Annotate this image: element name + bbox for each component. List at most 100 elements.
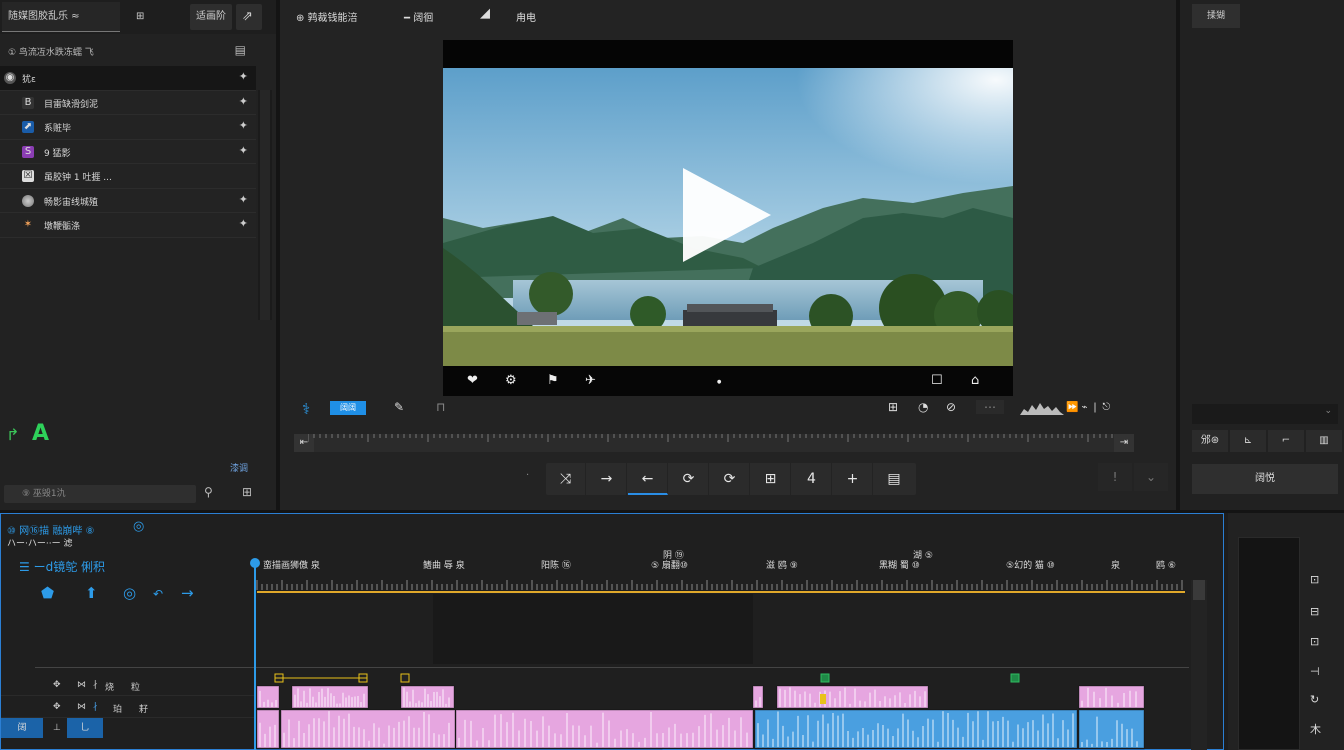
list-item[interactable]: B 目雷缺滑剑泥 ✦: [0, 90, 256, 115]
timeline-clip[interactable]: [752, 685, 764, 709]
monitor-tool-4[interactable]: 甪电: [516, 9, 536, 24]
undo-icon[interactable]: ↶: [153, 587, 163, 601]
pin-icon[interactable]: ✦: [239, 95, 248, 108]
up-arrow-icon[interactable]: ⬆: [85, 584, 98, 602]
apply-button[interactable]: 阔悦: [1192, 464, 1338, 494]
snap-icon[interactable]: ⬟: [41, 584, 54, 602]
track-header-v2[interactable]: ✥ ⋈ ∤ 烧 粒: [1, 676, 255, 696]
scrollbar-thumb[interactable]: [1193, 580, 1205, 600]
pin-icon[interactable]: ✦: [239, 119, 248, 132]
playhead[interactable]: [254, 562, 256, 750]
meter-icon[interactable]: ⊟: [1310, 605, 1319, 618]
previous-edit-icon[interactable]: ←: [628, 463, 668, 495]
inspector-dropdown[interactable]: ⌄: [1192, 404, 1338, 424]
settings-icon[interactable]: ✎: [394, 400, 404, 414]
new-bin-icon[interactable]: ⊞: [242, 485, 252, 499]
linked-selection-icon[interactable]: ◎: [123, 584, 136, 602]
inspector-button-3[interactable]: ⌐: [1268, 430, 1304, 452]
track-selected-a1[interactable]: 乚: [67, 718, 103, 738]
list-item[interactable]: S 9 猛影 ✦: [0, 139, 256, 164]
flag-icon[interactable]: ⚑: [547, 373, 559, 388]
scrollbar-thumb[interactable]: [260, 90, 270, 320]
go-to-out-icon[interactable]: ⇥: [1114, 434, 1134, 452]
tab-media[interactable]: 随媒图胶乱乐 ≈: [2, 2, 120, 32]
gear-icon[interactable]: ⚙: [505, 373, 517, 388]
timeline-clip[interactable]: [256, 685, 280, 709]
media-search-row[interactable]: ① 鸟流冱水跌冻蠕 飞 ▤: [0, 40, 276, 62]
timeline-clip[interactable]: [754, 709, 1078, 749]
info-button[interactable]: !: [1098, 463, 1132, 491]
target-icon[interactable]: ◎: [133, 519, 144, 534]
timeline-clip[interactable]: [291, 685, 369, 709]
meter-icon[interactable]: ⊣: [1310, 665, 1320, 678]
timeline-clip[interactable]: [1078, 709, 1145, 749]
crop-icon[interactable]: ◢: [480, 6, 490, 21]
collapse-button[interactable]: ⌄: [1134, 463, 1168, 491]
track-header-v1[interactable]: ✥ ⋈ ∤ 珀 耔: [1, 698, 255, 718]
track-lock-icon[interactable]: ✥: [53, 680, 61, 690]
video-viewer[interactable]: ❤ ⚙ ⚑ ✈ ● ☐ ⌂: [443, 40, 1013, 396]
inspector-tab[interactable]: 揉猢: [1192, 4, 1240, 28]
pin-icon[interactable]: ✦: [239, 193, 248, 206]
text-tool-icon[interactable]: A: [32, 421, 49, 446]
timeline-clip[interactable]: [400, 685, 455, 709]
timeline-ruler[interactable]: [255, 576, 1187, 596]
grid-toggle-icon[interactable]: ⊞: [888, 400, 898, 414]
plane-icon[interactable]: ✈: [585, 373, 596, 388]
meter-icon[interactable]: ⊡: [1310, 635, 1319, 648]
pin-icon[interactable]: ✦: [239, 70, 248, 83]
list-item[interactable]: ● 畅影宙线城殖 ✦: [0, 188, 256, 213]
clip-layer[interactable]: [255, 594, 1189, 750]
track-icon[interactable]: ⊥: [53, 723, 61, 733]
track-sync-icon[interactable]: ⋈: [77, 702, 86, 712]
next-edit-icon[interactable]: →: [587, 463, 627, 495]
scrub-bar[interactable]: ⇤ ⇥: [294, 434, 1134, 452]
pin-icon[interactable]: ✦: [239, 217, 248, 230]
safe-margin-icon[interactable]: ⊘: [946, 400, 956, 414]
inspector-button-2[interactable]: ⊾: [1230, 430, 1266, 452]
playhead-handle[interactable]: [250, 558, 260, 568]
timeline-clip[interactable]: [776, 685, 929, 709]
timeline-clip[interactable]: [280, 709, 456, 749]
add-marker-icon[interactable]: ⚕: [302, 400, 310, 418]
timeline-clip[interactable]: [1078, 685, 1145, 709]
pin-panel-icon[interactable]: ⇗: [236, 4, 262, 30]
list-view-icon[interactable]: ▤: [235, 43, 246, 57]
timeline-scrollbar[interactable]: [1191, 580, 1207, 750]
track-toggle-icon[interactable]: ∤: [93, 680, 98, 690]
meter-icon[interactable]: ⊡: [1310, 573, 1319, 586]
play-overlay-icon[interactable]: [683, 168, 771, 262]
step-number[interactable]: 4: [792, 463, 832, 495]
add-icon[interactable]: +: [833, 463, 873, 495]
monitor-tool-2[interactable]: ━ 阔徊: [404, 9, 433, 24]
tab-effects[interactable]: 适画阶: [190, 4, 232, 30]
list-item[interactable]: ◉ 犹ε ✦: [0, 66, 256, 91]
inspector-button-1[interactable]: 邠⊛: [1192, 430, 1228, 452]
footer-search-input[interactable]: ⑨ 巫毁1氿: [4, 485, 196, 503]
list-icon[interactable]: ▤: [874, 463, 914, 495]
inspector-button-4[interactable]: ▥: [1306, 430, 1342, 452]
timeline-clip[interactable]: [455, 709, 754, 749]
meter-icon[interactable]: ↻: [1310, 693, 1319, 706]
track-target-a1[interactable]: 阔: [1, 718, 43, 738]
playback-options-icon[interactable]: ⏩ ⌁ ❘ ⎋: [1066, 402, 1110, 413]
step-back-icon[interactable]: ⤨: [546, 463, 586, 495]
timeline-tools-label[interactable]: ☰ ーd镜鸵 俐积: [19, 558, 105, 575]
filter-icon[interactable]: ⚲: [204, 485, 213, 499]
heart-icon[interactable]: ❤: [467, 373, 478, 388]
fullscreen-icon[interactable]: ☐: [931, 373, 943, 388]
extract-icon[interactable]: ⟳: [710, 463, 750, 495]
export-frame-icon[interactable]: ⌂: [971, 373, 979, 388]
media-list-scrollbar[interactable]: [258, 90, 272, 320]
track-lock-icon[interactable]: ✥: [53, 702, 61, 712]
timeline-clip[interactable]: [256, 709, 280, 749]
list-item[interactable]: ☒ 虽胶钟 1 吐捱 ...: [0, 164, 256, 189]
timeline-tracks[interactable]: [255, 594, 1189, 750]
list-item[interactable]: ✶ 墩鞭骺涤 ✦: [0, 213, 256, 238]
more-icon[interactable]: ⋯: [976, 400, 1004, 414]
track-sync-icon[interactable]: ⋈: [77, 680, 86, 690]
export-icon[interactable]: ⊞: [751, 463, 791, 495]
fit-dropdown[interactable]: 阔阔: [330, 401, 366, 415]
grid-icon[interactable]: ⊞: [130, 2, 150, 32]
timeline-marker[interactable]: [820, 673, 830, 683]
